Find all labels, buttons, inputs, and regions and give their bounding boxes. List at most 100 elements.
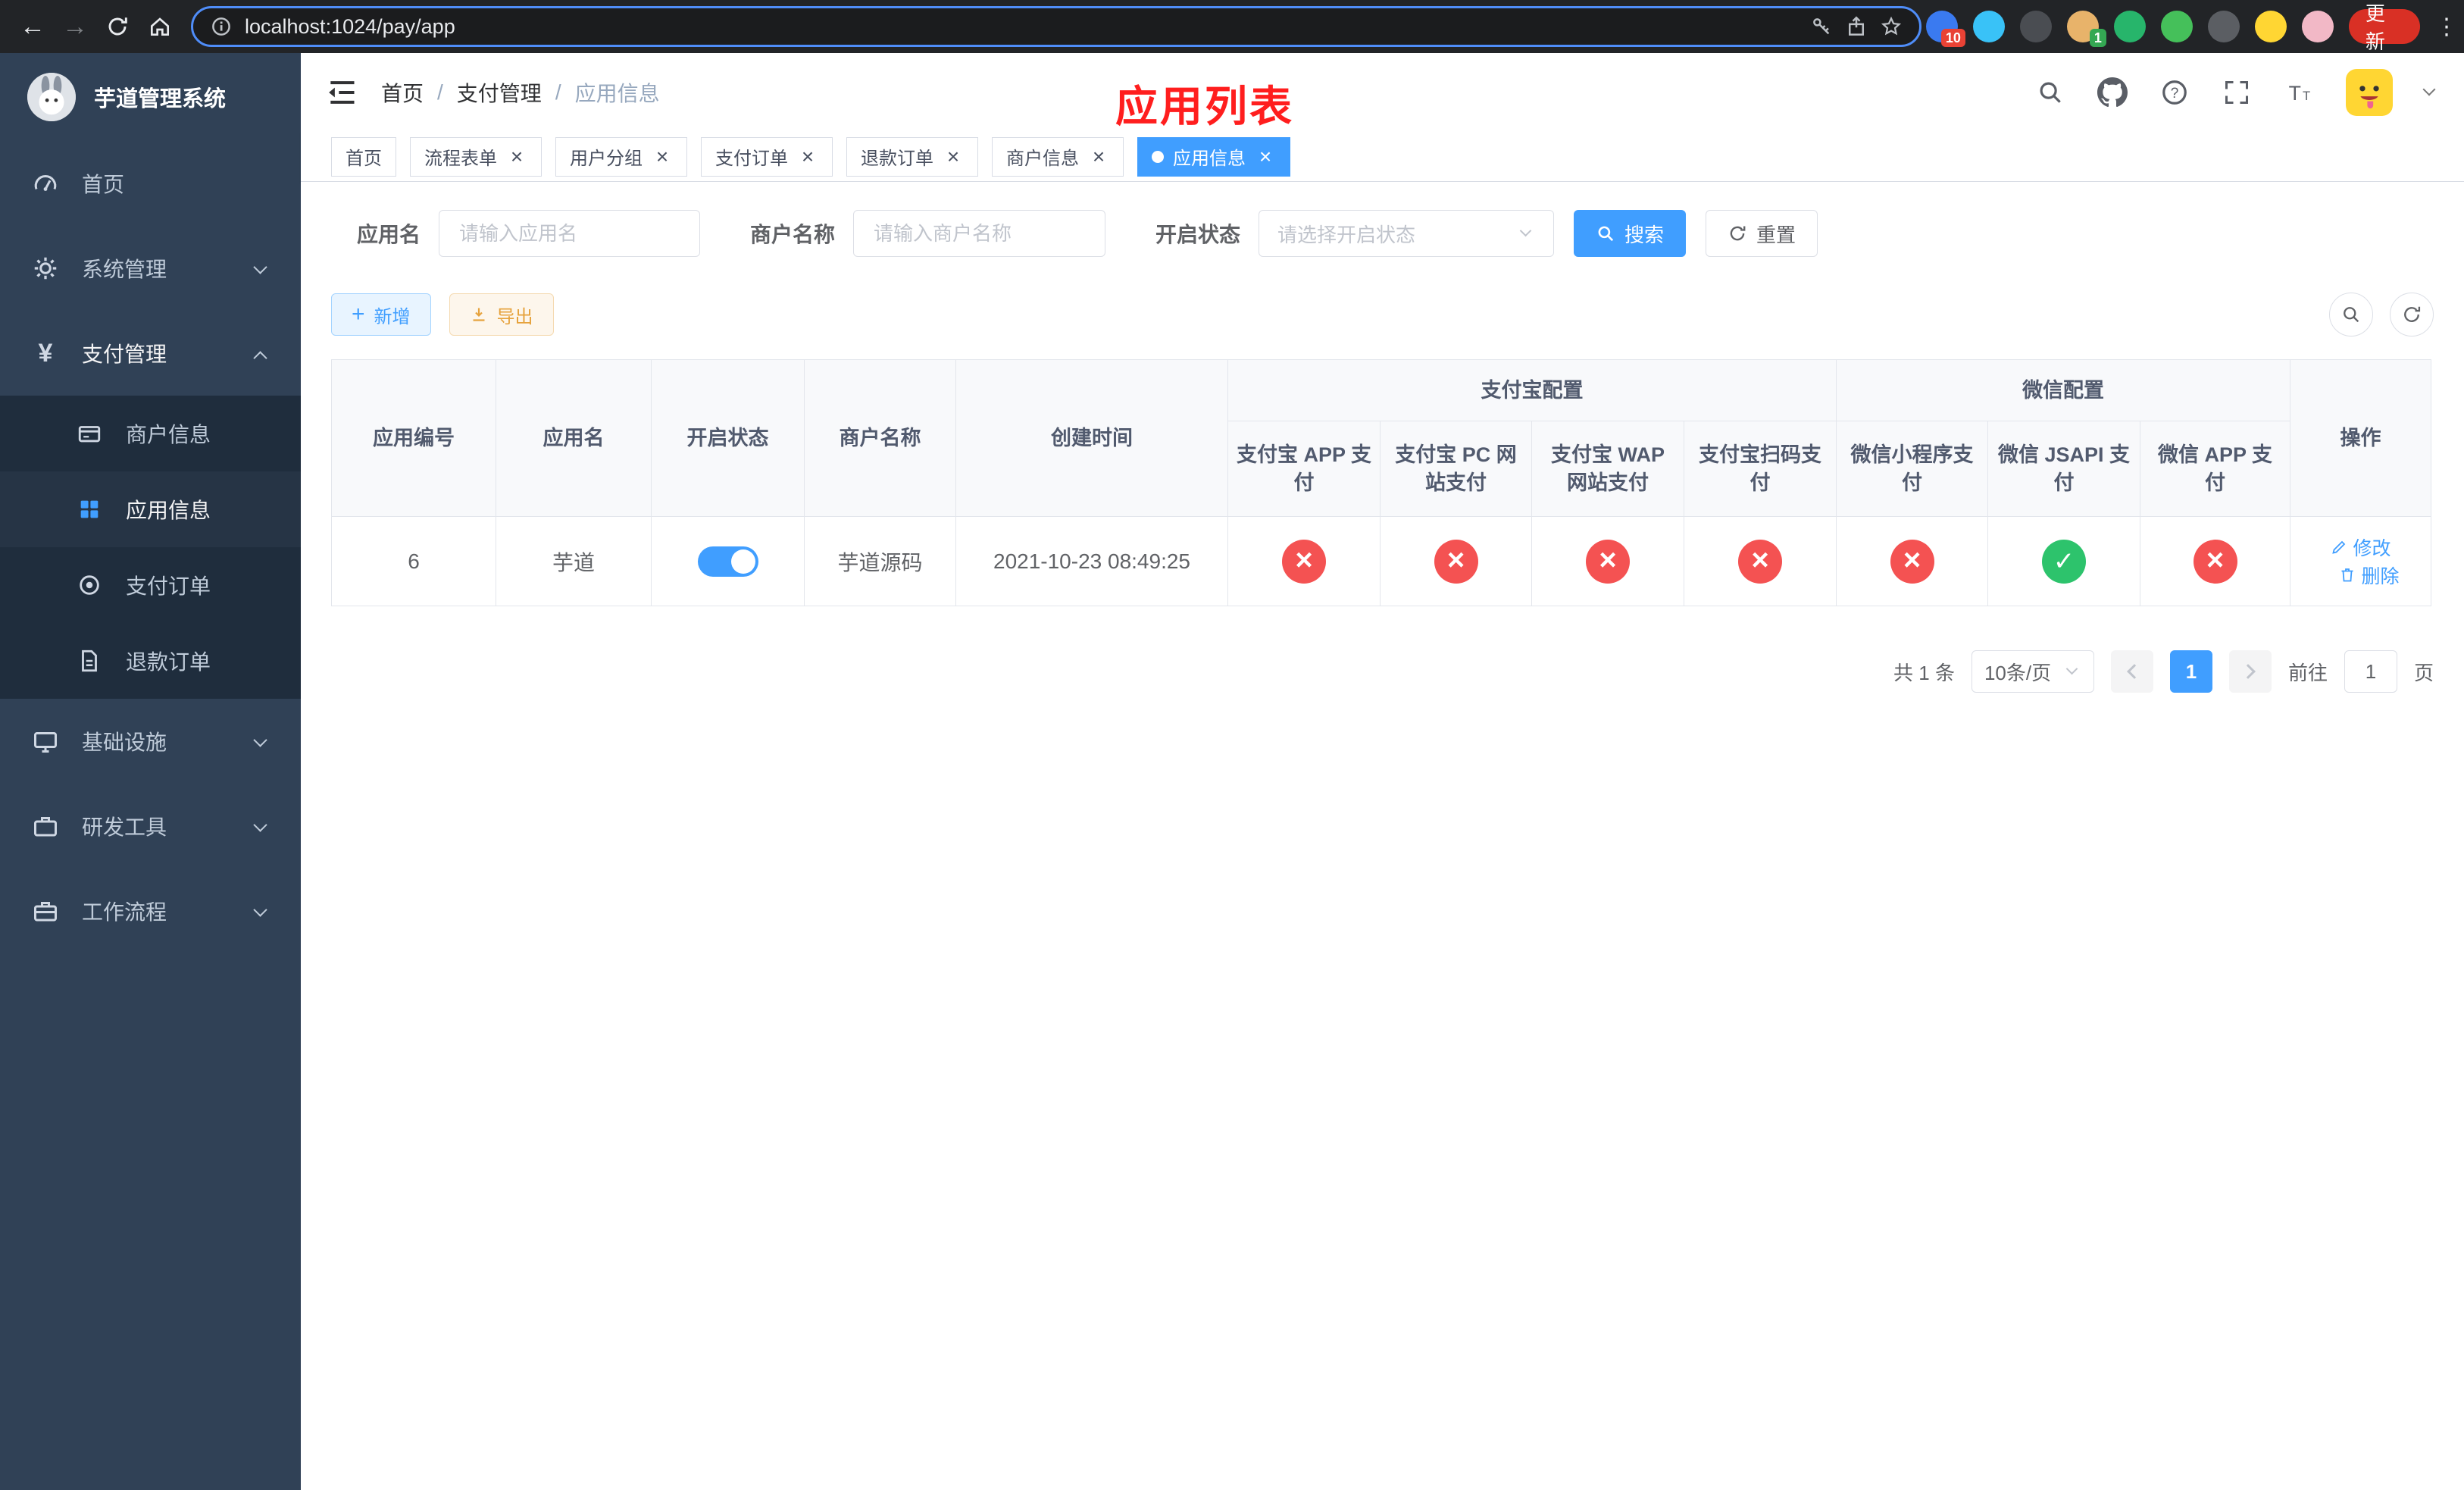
user-avatar[interactable] — [2346, 69, 2393, 116]
sidebar-item-app-info[interactable]: 应用信息 — [0, 471, 301, 547]
chevron-down-icon — [255, 261, 270, 276]
browser-menu-icon[interactable]: ⋮ — [2435, 14, 2458, 40]
export-button[interactable]: 导出 — [449, 293, 554, 336]
extension-icon[interactable]: 10 — [1925, 11, 1965, 47]
credit-card-icon — [74, 418, 105, 449]
extension-icon[interactable]: 1 — [2066, 11, 2106, 47]
sidebar-item-pay-order[interactable]: 支付订单 — [0, 547, 301, 623]
fullscreen-icon[interactable] — [2222, 77, 2252, 108]
help-icon[interactable]: ? — [2159, 77, 2190, 108]
reset-button-label: 重置 — [1756, 223, 1796, 246]
close-icon[interactable] — [797, 146, 818, 167]
sidebar-item-home[interactable]: 首页 — [0, 141, 301, 226]
key-icon[interactable] — [1810, 15, 1833, 38]
alipay-wap-status-icon — [1586, 539, 1630, 584]
sidebar-item-label: 退款订单 — [126, 650, 211, 674]
extension-icon[interactable] — [2113, 11, 2146, 42]
app-title: 芋道管理系统 — [94, 87, 227, 111]
breadcrumb-home[interactable]: 首页 — [381, 77, 424, 108]
tags-view: 首页 流程表单 用户分组 支付订单 退款订单 商户信息 — [301, 132, 2464, 182]
add-button-label: 新增 — [374, 306, 411, 327]
download-icon — [473, 308, 485, 321]
forward-button[interactable]: → — [56, 8, 94, 45]
toggle-search-button[interactable] — [2329, 293, 2373, 337]
pin-extension-icon[interactable] — [2207, 11, 2240, 42]
close-icon[interactable] — [1255, 146, 1276, 167]
extension-icon[interactable] — [2019, 11, 2052, 42]
breadcrumb-payment[interactable]: 支付管理 — [457, 77, 542, 108]
chevron-left-icon — [2127, 664, 2142, 680]
status-switch[interactable] — [697, 546, 758, 577]
update-button[interactable]: 更新 — [2348, 2, 2420, 53]
sidebar-toggle[interactable] — [325, 76, 358, 109]
breadcrumb-separator — [555, 80, 561, 105]
col-header: 支付宝 APP 支付 — [1227, 421, 1381, 518]
search-button[interactable]: 搜索 — [1574, 210, 1687, 257]
sidebar-item-system[interactable]: 系统管理 — [0, 226, 301, 311]
cell-app-name: 芋道 — [496, 516, 652, 607]
browser-profile-avatar[interactable] — [2301, 11, 2334, 42]
bookmark-star-icon[interactable] — [1880, 15, 1903, 38]
prev-page-button[interactable] — [2110, 650, 2153, 693]
merchant-name-input[interactable] — [853, 210, 1106, 257]
briefcase-icon — [30, 896, 61, 926]
edit-button[interactable]: 修改 — [2330, 534, 2391, 561]
status-select[interactable]: 请选择开启状态 — [1259, 210, 1555, 257]
svg-text:T: T — [2289, 82, 2301, 105]
page-size-select[interactable]: 10条/页 — [1971, 650, 2094, 693]
chevron-down-icon — [2068, 665, 2081, 678]
app-logo[interactable]: 芋道管理系统 — [0, 53, 301, 141]
font-size-icon[interactable]: TT — [2284, 77, 2314, 108]
close-icon[interactable] — [943, 146, 964, 167]
monitor-icon — [30, 726, 61, 756]
refresh-table-button[interactable] — [2390, 293, 2434, 337]
app-name-input[interactable] — [439, 210, 701, 257]
sidebar-item-dev-tools[interactable]: 研发工具 — [0, 784, 301, 869]
url-text: localhost:1024/pay/app — [245, 14, 455, 38]
sidebar-item-merchant-info[interactable]: 商户信息 — [0, 396, 301, 471]
current-page-button[interactable]: 1 — [2169, 650, 2212, 693]
app-logo-icon — [27, 73, 76, 121]
sidebar-item-workflow[interactable]: 工作流程 — [0, 869, 301, 953]
target-icon — [74, 570, 105, 600]
add-button[interactable]: 新增 — [331, 293, 431, 336]
breadcrumb-separator — [437, 80, 443, 105]
tab-pay-order[interactable]: 支付订单 — [701, 136, 833, 177]
close-icon[interactable] — [1088, 146, 1109, 167]
breadcrumb: 首页 支付管理 应用信息 — [381, 77, 660, 108]
github-icon[interactable] — [2097, 77, 2128, 108]
switch-knob — [730, 549, 755, 574]
extension-icon[interactable] — [2160, 11, 2193, 42]
next-page-button[interactable] — [2228, 650, 2272, 693]
sidebar-item-payment[interactable]: ¥ 支付管理 — [0, 311, 301, 396]
close-icon[interactable] — [506, 146, 527, 167]
svg-text:?: ? — [2171, 86, 2179, 102]
tab-user-group[interactable]: 用户分组 — [555, 136, 687, 177]
tab-process-form[interactable]: 流程表单 — [410, 136, 542, 177]
sidebar-item-infrastructure[interactable]: 基础设施 — [0, 699, 301, 784]
tab-merchant-info[interactable]: 商户信息 — [992, 136, 1124, 177]
sidebar-item-label: 应用信息 — [126, 499, 211, 522]
extension-icon[interactable] — [1972, 11, 2005, 42]
home-button[interactable] — [141, 8, 179, 45]
tab-app-info[interactable]: 应用信息 — [1137, 136, 1290, 177]
delete-button[interactable]: 删除 — [2338, 562, 2400, 589]
search-icon — [1598, 226, 1614, 242]
tab-refund-order[interactable]: 退款订单 — [846, 136, 978, 177]
merchant-name-label: 商户名称 — [750, 223, 836, 246]
caret-down-icon[interactable] — [2425, 85, 2440, 100]
url-bar[interactable]: localhost:1024/pay/app — [191, 6, 1921, 47]
tab-label: 流程表单 — [424, 149, 497, 169]
sidebar-item-refund-order[interactable]: 退款订单 — [0, 623, 301, 699]
browser-chrome: ← → localhost:1024/pay/app 10 1 更新 ⋮ — [0, 0, 2464, 53]
reload-button[interactable] — [98, 8, 136, 45]
tab-home[interactable]: 首页 — [331, 136, 396, 177]
sidebar-item-label: 基础设施 — [82, 731, 167, 754]
goto-page-input[interactable] — [2344, 650, 2397, 693]
search-icon[interactable] — [2035, 77, 2065, 108]
share-icon[interactable] — [1845, 15, 1868, 38]
reset-button[interactable]: 重置 — [1706, 210, 1818, 257]
extension-icon[interactable] — [2254, 11, 2287, 42]
close-icon[interactable] — [652, 146, 673, 167]
back-button[interactable]: ← — [14, 8, 52, 45]
